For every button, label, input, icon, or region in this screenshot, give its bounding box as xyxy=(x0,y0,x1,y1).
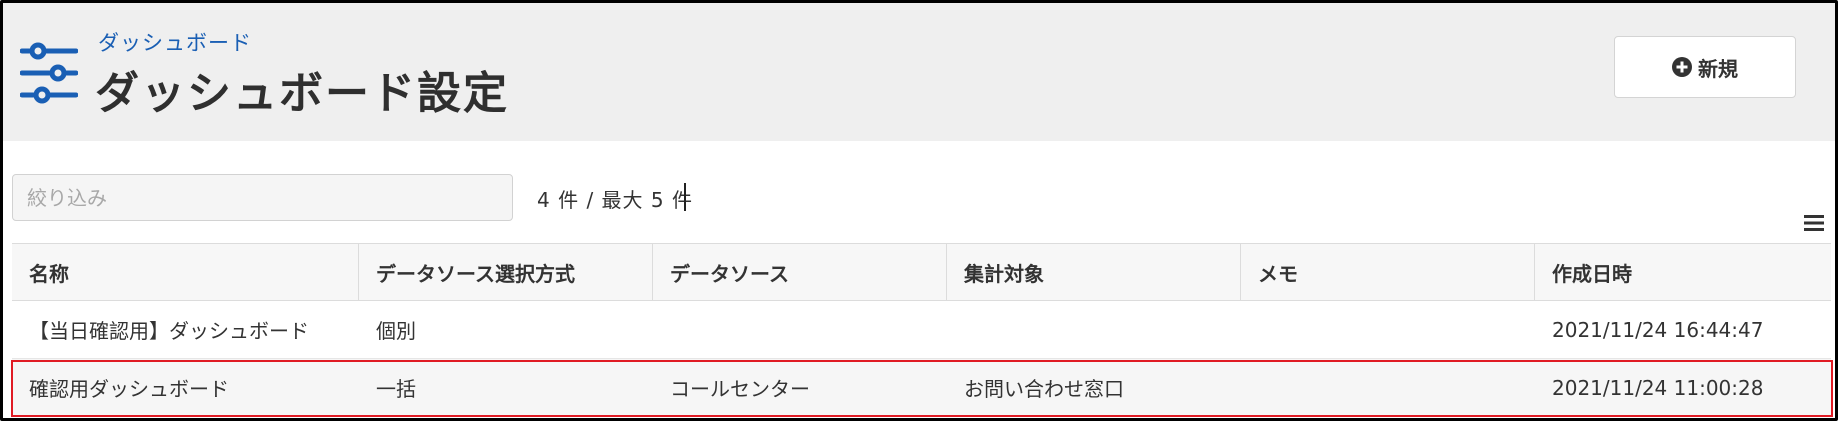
column-header-target[interactable]: 集計対象 xyxy=(947,244,1241,300)
plus-circle-icon xyxy=(1672,57,1692,77)
cell-target xyxy=(947,301,1241,358)
page-title: ダッシュボード設定 xyxy=(95,68,509,119)
filter-input[interactable] xyxy=(12,174,513,221)
cell-name: 確認用ダッシュボード xyxy=(29,377,229,401)
sliders-icon xyxy=(20,42,78,104)
record-count: 4 件 / 最大 5 件 xyxy=(537,188,693,212)
cell-memo xyxy=(1241,359,1535,416)
column-header-memo[interactable]: メモ xyxy=(1241,244,1535,300)
column-header-name[interactable]: 名称 xyxy=(12,244,359,300)
column-header-created-at[interactable]: 作成日時 xyxy=(1535,244,1831,300)
cell-datasource-mode: 一括 xyxy=(376,377,416,401)
column-header-datasource[interactable]: データソース xyxy=(653,244,947,300)
new-button-label: 新規 xyxy=(1698,56,1738,81)
table-row[interactable]: 【当日確認用】ダッシュボード 個別 2021/11/24 16:44:47 xyxy=(12,301,1831,359)
cell-target: お問い合わせ窓口 xyxy=(964,377,1124,401)
new-button[interactable]: 新規 xyxy=(1614,36,1796,98)
page-header: ダッシュボード ダッシュボード設定 新規 xyxy=(3,3,1835,141)
dashboard-table: 名称 データソース選択方式 データソース 集計対象 メモ 作成日時 【当日確認用… xyxy=(12,243,1831,417)
app-frame: ダッシュボード ダッシュボード設定 新規 4 件 / 最大 5 件 名称 データ… xyxy=(0,0,1838,421)
table-row[interactable]: 確認用ダッシュボード 一括 コールセンター お問い合わせ窓口 2021/11/2… xyxy=(12,359,1831,417)
cell-datasource: コールセンター xyxy=(670,377,810,401)
breadcrumb-dashboard[interactable]: ダッシュボード xyxy=(98,27,252,57)
table-header-row: 名称 データソース選択方式 データソース 集計対象 メモ 作成日時 xyxy=(12,243,1831,301)
cell-datasource-mode: 個別 xyxy=(376,319,416,343)
cell-created-at: 2021/11/24 16:44:47 xyxy=(1552,317,1764,342)
column-header-datasource-mode[interactable]: データソース選択方式 xyxy=(359,244,653,300)
cell-memo xyxy=(1241,301,1535,358)
hamburger-menu-icon[interactable] xyxy=(1804,214,1824,232)
text-cursor xyxy=(684,183,686,211)
cell-name: 【当日確認用】ダッシュボード xyxy=(29,319,309,343)
cell-created-at: 2021/11/24 11:00:28 xyxy=(1552,375,1764,400)
cell-datasource xyxy=(653,301,947,358)
